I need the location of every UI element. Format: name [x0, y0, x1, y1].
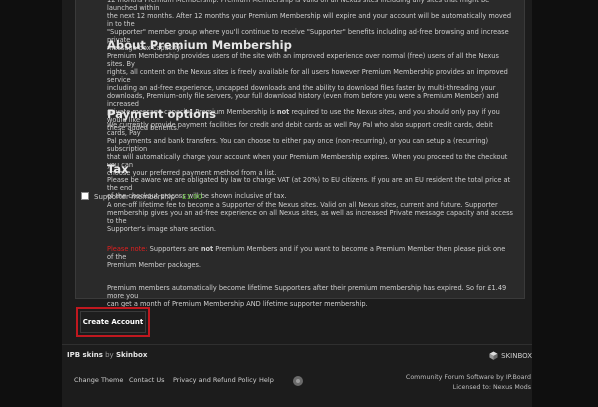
payment-heading: Payment options: [107, 107, 216, 121]
supporter-checkbox[interactable]: [81, 192, 89, 200]
expire-info: Premium members automatically become lif…: [107, 284, 513, 308]
create-account-highlight: Create Account: [76, 307, 150, 337]
change-theme-link[interactable]: Change Theme: [74, 376, 123, 384]
expire-text: Premium members automatically become lif…: [107, 284, 507, 300]
help-link[interactable]: Help: [259, 376, 274, 384]
supporter-text: membership gives you an ad-free experien…: [107, 209, 513, 225]
footer-credits: Community Forum Software by IP.Board Lic…: [406, 373, 531, 393]
footer-divider: [62, 344, 532, 345]
tax-text: Please be aware we are obligated by law …: [107, 176, 511, 192]
payment-text: We currently provide payment facilities …: [107, 121, 493, 137]
about-heading: About Premium Membership: [107, 38, 292, 52]
brand-name: IPB skins: [67, 351, 103, 359]
create-account-button[interactable]: Create Account: [80, 311, 146, 333]
supporter-title[interactable]: Supporter membership - £1.00: [94, 193, 202, 201]
supporter-price: £1.00: [182, 193, 203, 201]
license-credit: Licensed to: Nexus Mods: [452, 384, 531, 391]
skinbox-logo[interactable]: SKINBOX: [489, 351, 532, 360]
scroll-top-icon[interactable]: [293, 376, 303, 386]
payment-text: Pal payments and bank transfers. You can…: [107, 137, 489, 153]
note-label: Please note:: [107, 245, 148, 253]
software-credit[interactable]: Community Forum Software by IP.Board: [406, 373, 531, 383]
about-text: including an ad-free experience, uncappe…: [107, 84, 496, 92]
tax-heading: Tax: [107, 162, 129, 176]
brand-skinbox: Skinbox: [115, 351, 148, 359]
about-text: downloads, Premium-only file servers, yo…: [107, 92, 499, 108]
supporter-label: Supporter membership -: [94, 193, 183, 201]
note-text: Please note: Supporters are not Premium …: [107, 245, 506, 261]
supporter-description: A one-off lifetime fee to become a Suppo…: [107, 201, 513, 233]
about-text: Premium Membership provides users of the…: [107, 52, 499, 68]
intro-text: 12 months Premium Membership. Premium Me…: [107, 0, 490, 12]
footer-brand[interactable]: IPB skins by Skinbox: [67, 351, 147, 359]
cube-icon: [489, 351, 498, 360]
contact-us-link[interactable]: Contact Us: [129, 376, 165, 384]
about-text: rights, all content on the Nexus sites i…: [107, 68, 508, 84]
expire-text: can get a month of Premium Membership AN…: [107, 300, 368, 308]
intro-text: the next 12 months. After 12 months your…: [107, 12, 512, 28]
supporter-text: A one-off lifetime fee to become a Suppo…: [107, 201, 498, 209]
privacy-refund-link[interactable]: Privacy and Refund Policy: [173, 376, 257, 384]
supporter-text: Supporter's image share section.: [107, 225, 217, 233]
please-note: Please note: Supporters are not Premium …: [107, 245, 513, 269]
note-text: Premium Member packages.: [107, 261, 202, 269]
skinbox-label: SKINBOX: [501, 351, 532, 360]
